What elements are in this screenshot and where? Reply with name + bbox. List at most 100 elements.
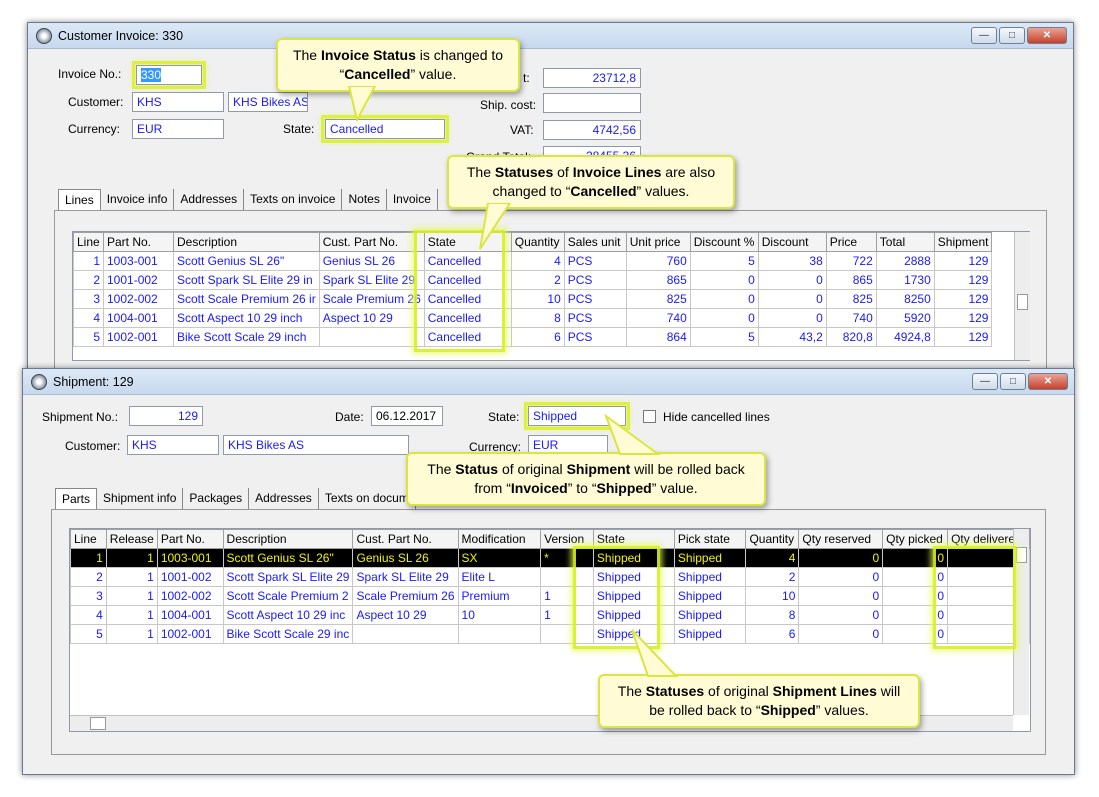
table-cell[interactable]: 1003-001 — [103, 251, 174, 271]
column-header[interactable]: Discount % — [689, 232, 759, 252]
tab-packages[interactable]: Packages — [183, 488, 250, 509]
table-cell[interactable]: 1 — [540, 586, 594, 606]
table-cell[interactable]: 1002-001 — [156, 624, 224, 644]
table-cell[interactable]: Shipped — [673, 624, 747, 644]
table-cell[interactable]: 760 — [625, 251, 691, 271]
table-cell[interactable]: Shipped — [592, 567, 675, 587]
shipment-grid-scrollbar-v[interactable] — [1013, 529, 1029, 715]
table-cell[interactable]: 4 — [510, 251, 565, 271]
column-header[interactable]: Sales unit — [563, 232, 627, 252]
table-cell[interactable]: 3 — [70, 586, 107, 606]
table-cell[interactable]: Scale Premium 26 — [318, 289, 425, 309]
table-cell[interactable]: 0 — [882, 624, 949, 644]
table-cell[interactable]: Scott Scale Premium 26 ir — [173, 289, 320, 309]
column-header[interactable]: Qty reserved — [798, 529, 884, 549]
column-header[interactable]: Line — [73, 232, 104, 252]
table-cell[interactable]: 2 — [510, 270, 565, 290]
column-header[interactable]: Cust. Part No. — [318, 232, 425, 252]
table-cell[interactable]: 1004-001 — [156, 605, 224, 625]
table-cell[interactable]: Scott Aspect 10 29 inc — [222, 605, 354, 625]
table-cell[interactable]: 10 — [510, 289, 565, 309]
table-cell[interactable]: 0 — [882, 567, 949, 587]
table-cell[interactable]: 1730 — [875, 270, 935, 290]
table-cell[interactable]: 2 — [73, 270, 104, 290]
column-header[interactable]: Version — [540, 529, 594, 549]
table-row[interactable]: 2 1001-002 Scott Spark SL Elite 29 in Spark… — [73, 270, 993, 290]
invoice-titlebar[interactable]: Customer Invoice: 330 — □ ✕ — [28, 23, 1073, 49]
table-cell[interactable]: 6 — [510, 327, 565, 347]
table-cell[interactable]: Elite L — [457, 567, 542, 587]
invoice-grid-scrollbar[interactable] — [1014, 232, 1030, 360]
table-cell[interactable]: 864 — [625, 327, 691, 347]
table-cell[interactable]: 1003-001 — [156, 548, 224, 568]
table-cell[interactable]: 0 — [798, 605, 884, 625]
ship-cost-field[interactable] — [543, 93, 641, 113]
table-cell[interactable]: Shipped — [592, 605, 675, 625]
table-row[interactable]: 1 1 1003-001 Scott Genius SL 26" Genius SL 2… — [70, 548, 1030, 568]
table-row[interactable]: 3 1002-002 Scott Scale Premium 26 ir Scale … — [73, 289, 993, 309]
table-cell[interactable]: 2888 — [875, 251, 935, 271]
column-header[interactable]: Line — [70, 529, 107, 549]
table-cell[interactable]: 8 — [745, 605, 800, 625]
table-cell[interactable]: 1001-002 — [103, 270, 174, 290]
table-cell[interactable]: Shipped — [673, 586, 747, 606]
table-row[interactable]: 2 1 1001-002 Scott Spark SL Elite 29 Spark S… — [70, 567, 1030, 587]
shipment-customer-code-field[interactable]: KHS — [127, 435, 219, 455]
tab-shipment-addresses[interactable]: Addresses — [249, 488, 319, 509]
table-cell[interactable]: Aspect 10 29 — [318, 308, 425, 328]
table-cell[interactable]: 0 — [689, 270, 759, 290]
table-row[interactable]: 4 1004-001 Scott Aspect 10 29 inch Aspect 1… — [73, 308, 993, 328]
table-cell[interactable]: 38 — [757, 251, 827, 271]
table-cell[interactable]: 5 — [689, 327, 759, 347]
table-cell[interactable]: 1 — [105, 567, 158, 587]
table-cell[interactable]: 5 — [70, 624, 107, 644]
tab-parts[interactable]: Parts — [55, 488, 98, 509]
minimize-icon[interactable]: — — [971, 27, 997, 44]
table-cell[interactable]: Shipped — [592, 548, 675, 568]
invoice-scroll-thumb[interactable] — [1017, 294, 1028, 310]
table-cell[interactable]: Scott Aspect 10 29 inch — [173, 308, 320, 328]
table-cell[interactable]: 3 — [73, 289, 104, 309]
table-cell[interactable]: 129 — [933, 308, 993, 328]
table-cell[interactable]: 740 — [625, 308, 691, 328]
table-cell[interactable]: PCS — [563, 308, 627, 328]
table-cell[interactable]: 8250 — [875, 289, 935, 309]
table-cell[interactable]: 1 — [73, 251, 104, 271]
column-header[interactable]: Part No. — [156, 529, 224, 549]
vat-field[interactable]: 4742,56 — [543, 120, 641, 140]
table-cell[interactable]: 129 — [933, 251, 993, 271]
table-cell[interactable]: Aspect 10 29 — [352, 605, 459, 625]
table-cell[interactable]: Genius SL 26 — [352, 548, 459, 568]
column-header[interactable]: Release — [105, 529, 158, 549]
table-cell[interactable]: 0 — [882, 586, 949, 606]
table-cell[interactable]: 1 — [540, 605, 594, 625]
shipment-titlebar[interactable]: Shipment: 129 — □ ✕ — [23, 369, 1074, 395]
table-cell[interactable]: 865 — [825, 270, 877, 290]
close-icon[interactable]: ✕ — [1027, 27, 1067, 44]
table-cell[interactable] — [318, 327, 425, 347]
table-cell[interactable]: 4 — [745, 548, 800, 568]
table-cell[interactable]: Cancelled — [423, 308, 512, 328]
date-field[interactable]: 06.12.2017 — [371, 406, 443, 426]
table-cell[interactable]: 0 — [798, 548, 884, 568]
table-cell[interactable]: 0 — [757, 270, 827, 290]
table-cell[interactable]: 4924,8 — [875, 327, 935, 347]
table-cell[interactable]: 0 — [757, 289, 827, 309]
table-cell[interactable] — [457, 624, 542, 644]
table-cell[interactable]: Genius SL 26 — [318, 251, 425, 271]
column-header[interactable]: Quantity — [745, 529, 800, 549]
table-cell[interactable]: 1 — [105, 624, 158, 644]
table-cell[interactable]: Cancelled — [423, 251, 512, 271]
table-cell[interactable]: 10 — [457, 605, 542, 625]
customer-code-field[interactable]: KHS — [132, 92, 224, 112]
table-cell[interactable]: 1 — [70, 548, 107, 568]
invoice-no-field[interactable]: 330 — [132, 61, 206, 89]
column-header[interactable]: Shipment — [933, 232, 993, 252]
table-cell[interactable]: 129 — [933, 289, 993, 309]
table-cell[interactable]: Scott Spark SL Elite 29 in — [173, 270, 320, 290]
column-header[interactable]: Description — [222, 529, 354, 549]
table-row[interactable]: 5 1002-001 Bike Scott Scale 29 inch Cancell… — [73, 327, 993, 347]
column-header[interactable]: Qty picked — [882, 529, 949, 549]
tab-shipment-info[interactable]: Shipment info — [97, 488, 184, 509]
table-cell[interactable]: 1002-002 — [103, 289, 174, 309]
